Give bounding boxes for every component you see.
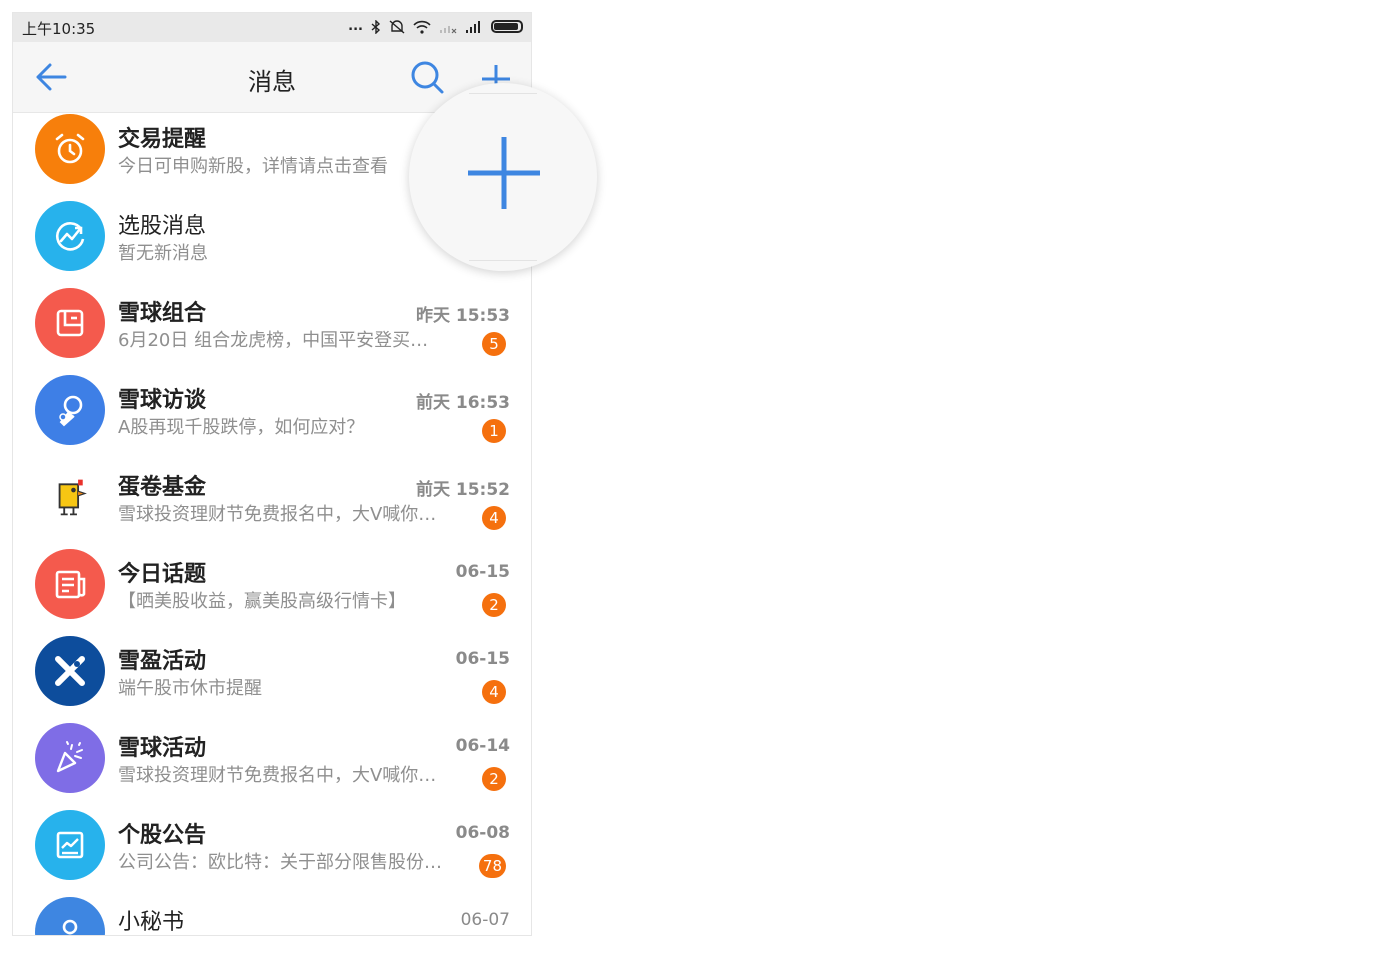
row-time: 前天 16:53 xyxy=(415,393,510,413)
signal-icon xyxy=(466,20,480,33)
avatar xyxy=(35,723,105,793)
unread-badge: 1 xyxy=(482,419,506,443)
alarm-clock-icon xyxy=(55,133,85,164)
message-row-events[interactable]: 雪球活动 雪球投资理财节免费报名中，大V喊你… 06-14 2 xyxy=(13,722,531,809)
message-row-secretary[interactable]: 小秘书 06-07 xyxy=(13,896,531,935)
party-popper-icon xyxy=(56,741,83,773)
avatar xyxy=(35,375,105,445)
status-icons: ... xyxy=(348,19,523,34)
bluetooth-icon xyxy=(371,19,381,34)
message-row-xueying[interactable]: 雪盈活动 端午股市休市提醒 06-15 4 xyxy=(13,635,531,722)
message-row-portfolio[interactable]: 雪球组合 6月20日 组合龙虎榜，中国平安登买… 昨天 15:53 5 xyxy=(13,287,531,374)
mute-icon xyxy=(389,19,405,34)
assistant-icon xyxy=(62,919,78,935)
unread-badge: 4 xyxy=(482,680,506,704)
row-subtitle: A股再现千股跌停，如何应对？ xyxy=(118,417,365,438)
row-time: 06-08 xyxy=(455,823,510,843)
avatar xyxy=(35,636,105,706)
row-subtitle: 端午股市休市提醒 xyxy=(118,678,262,699)
portfolio-icon xyxy=(56,309,84,337)
unread-badge: 2 xyxy=(482,593,506,617)
row-title: 蛋卷基金 xyxy=(118,475,207,500)
add-button-magnifier[interactable] xyxy=(409,83,597,271)
add-icon-magnified[interactable] xyxy=(464,133,544,213)
message-row-interview[interactable]: 雪球访谈 A股再现千股跌停，如何应对？ 前天 16:53 1 xyxy=(13,374,531,461)
x-logo-icon xyxy=(55,656,85,686)
status-time: 上午10:35 xyxy=(22,20,96,38)
row-title: 雪盈活动 xyxy=(118,649,207,674)
row-time: 06-15 xyxy=(455,562,510,582)
row-time: 06-14 xyxy=(455,736,510,756)
row-time: 前天 15:52 xyxy=(415,480,510,500)
avatar xyxy=(35,462,105,532)
row-time: 昨天 15:53 xyxy=(415,306,510,326)
trend-chart-icon xyxy=(55,222,85,251)
row-subtitle: 6月20日 组合龙虎榜，中国平安登买… xyxy=(118,330,429,351)
page-title: 消息 xyxy=(248,68,296,96)
more-dots-icon: ... xyxy=(348,19,363,34)
row-subtitle: 暂无新消息 xyxy=(118,243,208,264)
row-subtitle: 【晒美股收益，赢美股高级行情卡】 xyxy=(118,591,406,612)
row-subtitle: 雪球投资理财节免费报名中，大V喊你… xyxy=(118,504,437,525)
chick-mascot-icon xyxy=(58,479,87,516)
divider xyxy=(469,260,537,261)
row-title: 选股消息 xyxy=(118,214,207,239)
signal-empty-icon xyxy=(440,25,457,33)
divider xyxy=(469,93,537,94)
avatar xyxy=(35,201,105,271)
row-time: 06-15 xyxy=(455,649,510,669)
row-title: 交易提醒 xyxy=(118,127,207,152)
avatar xyxy=(35,549,105,619)
battery-icon xyxy=(491,20,523,33)
microphone-icon xyxy=(59,395,83,427)
report-chart-icon xyxy=(56,831,84,859)
message-row-announcements[interactable]: 个股公告 公司公告：欧比特：关于部分限售股份… 06-08 78 xyxy=(13,809,531,896)
row-title: 小秘书 xyxy=(118,910,185,935)
row-subtitle: 今日可申购新股，详情请点击查看 xyxy=(118,156,388,177)
row-title: 雪球访谈 xyxy=(118,388,207,413)
row-time: 06-07 xyxy=(460,910,510,930)
unread-badge: 5 xyxy=(482,332,506,356)
row-title: 个股公告 xyxy=(118,823,207,848)
row-title: 雪球活动 xyxy=(118,736,207,761)
row-subtitle: 雪球投资理财节免费报名中，大V喊你… xyxy=(118,765,437,786)
search-icon[interactable] xyxy=(409,59,445,95)
row-title: 今日话题 xyxy=(118,562,207,587)
avatar xyxy=(35,810,105,880)
avatar xyxy=(35,114,105,184)
message-row-fund[interactable]: 蛋卷基金 雪球投资理财节免费报名中，大V喊你… 前天 15:52 4 xyxy=(13,461,531,548)
status-bar: 上午10:35 ... xyxy=(13,13,531,42)
unread-badge: 2 xyxy=(482,767,506,791)
row-title: 雪球组合 xyxy=(118,301,207,326)
message-row-topic[interactable]: 今日话题 【晒美股收益，赢美股高级行情卡】 06-15 2 xyxy=(13,548,531,635)
avatar xyxy=(35,897,105,935)
unread-badge: 4 xyxy=(482,506,506,530)
wifi-icon xyxy=(413,20,431,34)
avatar xyxy=(35,288,105,358)
newspaper-icon xyxy=(55,570,86,599)
unread-badge: 78 xyxy=(478,854,506,878)
row-subtitle: 公司公告：欧比特：关于部分限售股份… xyxy=(118,852,442,873)
